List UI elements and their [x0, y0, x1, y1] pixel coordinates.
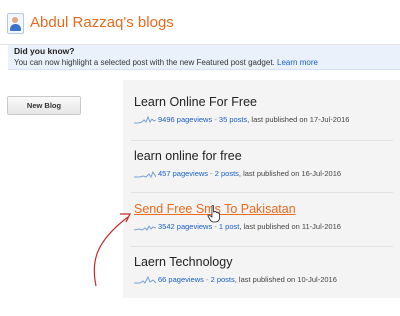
- annotation-arrow: [93, 213, 131, 287]
- hand-pointer-icon: [207, 205, 220, 223]
